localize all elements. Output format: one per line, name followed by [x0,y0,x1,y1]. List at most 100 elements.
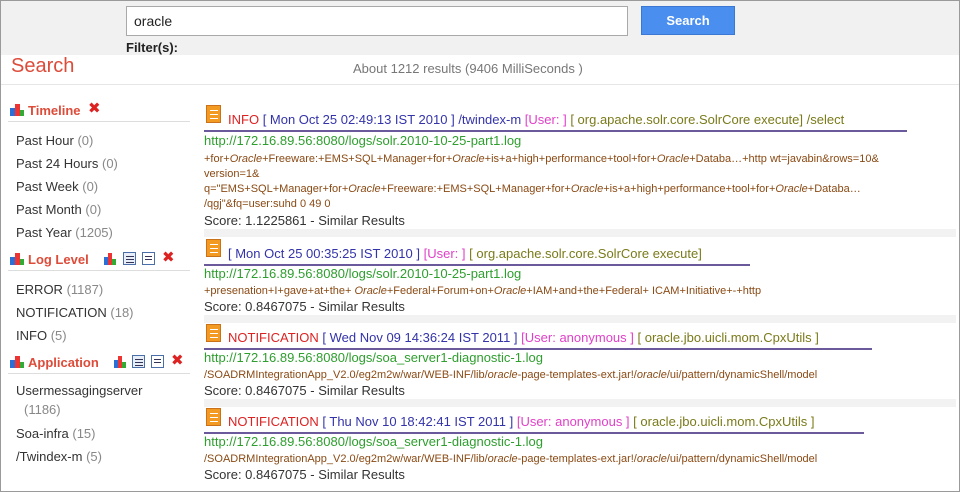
result-level: NOTIFICATION [228,414,319,429]
facet-item-label: Usermessagingserver [16,383,143,398]
remove-facet-icon[interactable]: ✖ [162,250,175,265]
facet-item-past-week[interactable]: Past Week (0) [8,175,190,198]
result-path: /select [806,112,845,127]
facet-item-label: Past Year [16,225,72,240]
result-headline[interactable]: NOTIFICATION [ Thu Nov 10 18:42:41 IST 2… [204,412,864,434]
similar-results-link[interactable]: Similar Results [318,383,405,398]
facet-item-info[interactable]: INFO (5) [8,324,190,347]
result-item: NOTIFICATION [ Thu Nov 10 18:42:41 IST 2… [204,406,956,484]
similar-results-link[interactable]: Similar Results [318,213,405,228]
facet-item-count: (15) [72,426,96,441]
facet-item-label: INFO [16,328,48,343]
list-export-icon[interactable] [132,355,145,368]
result-source: /twindex-m [458,112,522,127]
facet-title: Timeline [28,103,81,118]
facet-item-label: Past Week [16,179,79,194]
facet-sidebar: Timeline ✖ Past Hour (0) Past 24 Hours (… [8,98,190,471]
facet-item-past-hour[interactable]: Past Hour (0) [8,129,190,152]
result-snippet: +presenation+I+gave+at+the+ Oracle+Feder… [204,285,762,297]
result-level: INFO [228,112,260,127]
facet-item-count: (0) [77,133,94,148]
timeline-list: Past Hour (0) Past 24 Hours (0) Past Wee… [8,122,190,247]
result-score-line: Score: 0.8467075 - Similar Results [204,467,405,482]
result-snippet: /qgj"&fq=user:suhd 0 49 0 [204,198,331,210]
result-item: INFO [ Mon Oct 25 02:49:13 IST 2010 ] /t… [204,103,956,231]
document-icon[interactable] [151,355,164,368]
facet-item-label: NOTIFICATION [16,305,107,320]
search-button[interactable]: Search [641,6,735,35]
result-score: Score: 0.8467075 [204,383,307,398]
result-separator [204,229,956,237]
result-timestamp: [ Wed Nov 09 14:36:24 IST 2011 ] [322,330,518,345]
facet-item-past-year[interactable]: Past Year (1205) [8,221,190,244]
result-stats: About 1212 results (9406 MilliSeconds ) [353,61,583,76]
facet-item-label: /Twindex-m [16,449,83,464]
facet-item-label: ERROR [16,282,63,297]
facet-item-past-month[interactable]: Past Month (0) [8,198,190,221]
facet-item-count: (5) [50,328,67,343]
result-url[interactable]: http://172.16.89.56:8080/logs/solr.2010-… [204,266,521,281]
result-user: [User: ] [524,112,567,127]
result-user: [User: ] [423,246,466,261]
application-list: Usermessagingserver (1186) Soa-infra (15… [8,374,190,471]
result-item: NOTIFICATION [ Wed Nov 09 14:36:24 IST 2… [204,322,956,400]
facet-item-count: (1187) [66,282,104,297]
facet-item-count: (0) [82,179,99,194]
result-user: [User: anonymous ] [521,330,634,345]
result-url[interactable]: http://172.16.89.56:8080/logs/solr.2010-… [204,133,521,148]
filters-label: Filter(s): [126,40,178,55]
remove-facet-icon[interactable]: ✖ [171,353,184,368]
facet-title: Application [28,355,99,370]
facet-application-header: Application ✖ [8,350,190,374]
facet-timeline-header: Timeline ✖ [8,98,190,122]
result-timestamp: [ Mon Oct 25 02:49:13 IST 2010 ] [262,112,455,127]
similar-results-link[interactable]: Similar Results [318,299,405,314]
similar-results-link[interactable]: Similar Results [318,467,405,482]
result-timestamp: [ Thu Nov 10 18:42:41 IST 2011 ] [322,414,514,429]
facet-title: Log Level [28,252,89,267]
facet-item-count: (0) [102,156,118,171]
facet-item-error[interactable]: ERROR (1187) [8,278,190,301]
chart-icon[interactable] [104,252,117,265]
result-url[interactable]: http://172.16.89.56:8080/logs/soa_server… [204,434,543,449]
document-icon[interactable] [142,252,155,265]
result-score: Score: 1.1225861 [204,213,307,228]
result-snippet: /SOADRMIntegrationApp_V2.0/eg2m2w/war/WE… [204,453,818,465]
facet-item-label: Past 24 Hours [16,156,99,171]
facet-item-label: Past Hour [16,133,74,148]
chart-icon[interactable] [114,355,127,368]
facet-item-past-24-hours[interactable]: Past 24 Hours (0) [8,152,190,175]
facet-item-twindex-m[interactable]: /Twindex-m (5) [8,445,190,468]
bar-chart-icon [10,354,24,368]
facet-item-label: Soa-infra [16,426,69,441]
result-item: [ Mon Oct 25 00:35:25 IST 2010 ] [User: … [204,237,956,315]
result-url[interactable]: http://172.16.89.56:8080/logs/soa_server… [204,350,543,365]
result-score-line: Score: 1.1225861 - Similar Results [204,213,405,228]
result-snippet: version=1& [204,168,260,180]
facet-item-soa-infra[interactable]: Soa-infra (15) [8,422,190,445]
result-headline[interactable]: NOTIFICATION [ Wed Nov 09 14:36:24 IST 2… [204,328,872,350]
log-level-list: ERROR (1187) NOTIFICATION (18) INFO (5) [8,271,190,350]
result-headline[interactable]: INFO [ Mon Oct 25 02:49:13 IST 2010 ] /t… [204,110,907,132]
result-headline[interactable]: [ Mon Oct 25 00:35:25 IST 2010 ] [User: … [204,244,750,266]
facet-item-count: (0) [85,202,102,217]
bar-chart-icon [10,251,24,265]
list-export-icon[interactable] [123,252,136,265]
result-timestamp: [ Mon Oct 25 00:35:25 IST 2010 ] [228,246,420,261]
result-level: NOTIFICATION [228,330,319,345]
result-snippet: +for+Oracle+Freeware:+EMS+SQL+Manager+fo… [204,153,879,165]
result-class: [ oracle.jbo.uicli.mom.CpxUtils ] [633,414,815,429]
remove-facet-icon[interactable]: ✖ [88,101,101,116]
search-input[interactable]: oracle [126,6,628,36]
page-title: Search [11,55,75,77]
result-user: [User: anonymous ] [516,414,630,429]
facet-item-notification[interactable]: NOTIFICATION (18) [8,301,190,324]
facet-item-count: (1205) [75,225,113,240]
result-class: [ org.apache.solr.core.SolrCore execute] [570,112,804,127]
result-score-line: Score: 0.8467075 - Similar Results [204,299,405,314]
facet-item-count-wrap: (1186) [8,401,190,422]
facet-item-count: (1186) [24,402,61,417]
result-score: Score: 0.8467075 [204,299,307,314]
result-score-line: Score: 0.8467075 - Similar Results [204,383,405,398]
facet-item-usermessagingserver[interactable]: Usermessagingserver [8,381,190,401]
